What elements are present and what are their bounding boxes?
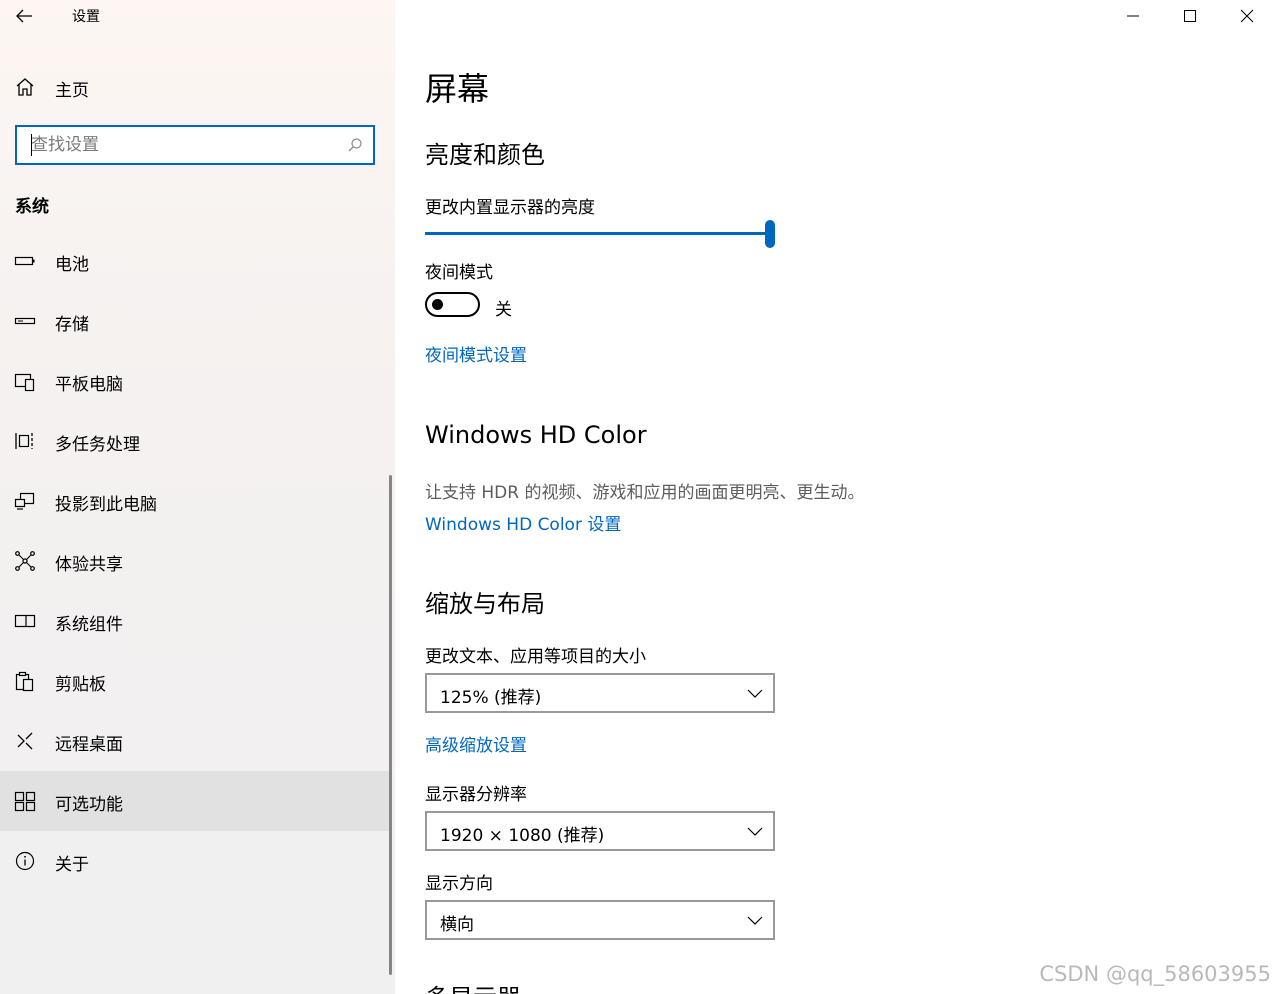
brightness-slider-track: [425, 232, 765, 235]
brightness-label: 更改内置显示器的亮度: [425, 198, 595, 218]
multitasking-icon: [15, 433, 33, 449]
sidebar-item-shared-experiences[interactable]: 体验共享: [0, 531, 390, 591]
window-controls: [1104, 0, 1275, 32]
home-label: 主页: [55, 81, 89, 101]
search-icon[interactable]: [347, 137, 363, 153]
sidebar-item-label: 投影到此电脑: [55, 495, 157, 515]
section-title-brightness: 亮度和颜色: [425, 141, 545, 169]
night-light-label: 夜间模式: [425, 263, 493, 283]
sidebar-item-clipboard[interactable]: 剪贴板: [0, 651, 390, 711]
sidebar-item-remote-desktop[interactable]: 远程桌面: [0, 711, 390, 771]
shared-experiences-icon: [15, 551, 35, 571]
sidebar-item-storage[interactable]: 存储: [0, 291, 390, 351]
advanced-scaling-link[interactable]: 高级缩放设置: [425, 731, 527, 756]
sidebar-item-label: 剪贴板: [55, 675, 106, 695]
night-light-settings-link[interactable]: 夜间模式设置: [425, 341, 527, 366]
section-title-multi-display: 多显示器: [425, 978, 521, 994]
battery-icon: [14, 256, 35, 266]
back-arrow-icon: [16, 9, 32, 23]
brightness-slider[interactable]: [425, 218, 777, 250]
chevron-down-icon: [747, 689, 763, 698]
sidebar-item-label: 关于: [55, 855, 89, 875]
section-title-scale-layout: 缩放与布局: [425, 590, 545, 618]
chevron-down-icon: [747, 827, 763, 836]
sidebar-item-about[interactable]: 关于: [0, 831, 390, 891]
night-light-state: 关: [495, 300, 512, 320]
close-button[interactable]: [1218, 0, 1275, 32]
sidebar-item-label: 远程桌面: [55, 735, 123, 755]
clipboard-icon: [15, 671, 34, 692]
text-caret: [31, 134, 32, 156]
sidebar-item-label: 平板电脑: [55, 375, 123, 395]
sidebar-item-home[interactable]: 主页: [0, 66, 395, 108]
maximize-icon: [1183, 10, 1196, 22]
chevron-down-icon: [747, 916, 763, 925]
scale-value: 125% (推荐): [440, 688, 542, 708]
sidebar-item-battery[interactable]: 电池: [0, 231, 390, 291]
storage-icon: [14, 317, 36, 325]
sidebar-item-label: 体验共享: [55, 555, 123, 575]
search-input[interactable]: [31, 133, 331, 157]
orientation-value: 横向: [440, 915, 474, 935]
toggle-knob: [432, 299, 443, 310]
back-button[interactable]: [12, 4, 38, 28]
projecting-icon: [14, 492, 35, 510]
page-title: 屏幕: [425, 70, 490, 108]
resolution-dropdown[interactable]: 1920 × 1080 (推荐): [425, 811, 775, 851]
about-icon: [15, 851, 35, 871]
sidebar-item-projecting[interactable]: 投影到此电脑: [0, 471, 390, 531]
sidebar-scrollbar[interactable]: [389, 475, 392, 975]
minimize-button[interactable]: [1104, 0, 1161, 32]
settings-window: 设置 主页 系统 电池: [0, 0, 1275, 994]
night-light-toggle[interactable]: [425, 292, 480, 317]
sidebar-nav: 电池 存储 平板电脑 多任务处理 投影到此电脑 体验共享 系统组件 剪贴板 远程…: [0, 231, 390, 891]
search-box[interactable]: [15, 125, 375, 165]
sidebar-item-label: 系统组件: [55, 615, 123, 635]
sidebar-item-system-components[interactable]: 系统组件: [0, 591, 390, 651]
hd-color-description: 让支持 HDR 的视频、游戏和应用的画面更明亮、更生动。: [425, 483, 865, 503]
sidebar: 设置 主页 系统 电池: [0, 0, 395, 994]
orientation-label: 显示方向: [425, 874, 493, 894]
sidebar-item-label: 多任务处理: [55, 435, 140, 455]
optional-features-icon: [14, 791, 36, 812]
title-bar: 设置: [0, 0, 395, 32]
home-icon: [16, 78, 34, 96]
sidebar-item-optional-features[interactable]: 可选功能: [0, 771, 390, 831]
sidebar-item-label: 电池: [55, 255, 89, 275]
brightness-slider-thumb[interactable]: [765, 220, 775, 248]
hd-color-settings-link[interactable]: Windows HD Color 设置: [425, 510, 621, 535]
maximize-button[interactable]: [1161, 0, 1218, 32]
resolution-label: 显示器分辨率: [425, 785, 527, 805]
resolution-value: 1920 × 1080 (推荐): [440, 826, 605, 846]
orientation-dropdown[interactable]: 横向: [425, 900, 775, 940]
minimize-icon: [1126, 15, 1139, 17]
sidebar-item-multitasking[interactable]: 多任务处理: [0, 411, 390, 471]
section-title-system: 系统: [15, 197, 49, 217]
close-icon: [1240, 9, 1253, 23]
main-content: 屏幕 亮度和颜色 更改内置显示器的亮度 夜间模式 关 夜间模式设置 Window…: [395, 0, 1275, 994]
sidebar-item-tablet[interactable]: 平板电脑: [0, 351, 390, 411]
tablet-icon: [14, 373, 35, 392]
scale-label: 更改文本、应用等项目的大小: [425, 647, 646, 667]
sidebar-item-label: 存储: [55, 315, 89, 335]
watermark: CSDN @qq_58603955: [1039, 962, 1271, 986]
sidebar-item-label: 可选功能: [55, 795, 123, 815]
app-title: 设置: [72, 9, 100, 25]
scale-dropdown[interactable]: 125% (推荐): [425, 673, 775, 713]
section-title-hd-color: Windows HD Color: [425, 421, 647, 449]
remote-desktop-icon: [17, 732, 33, 750]
system-components-icon: [14, 614, 36, 628]
